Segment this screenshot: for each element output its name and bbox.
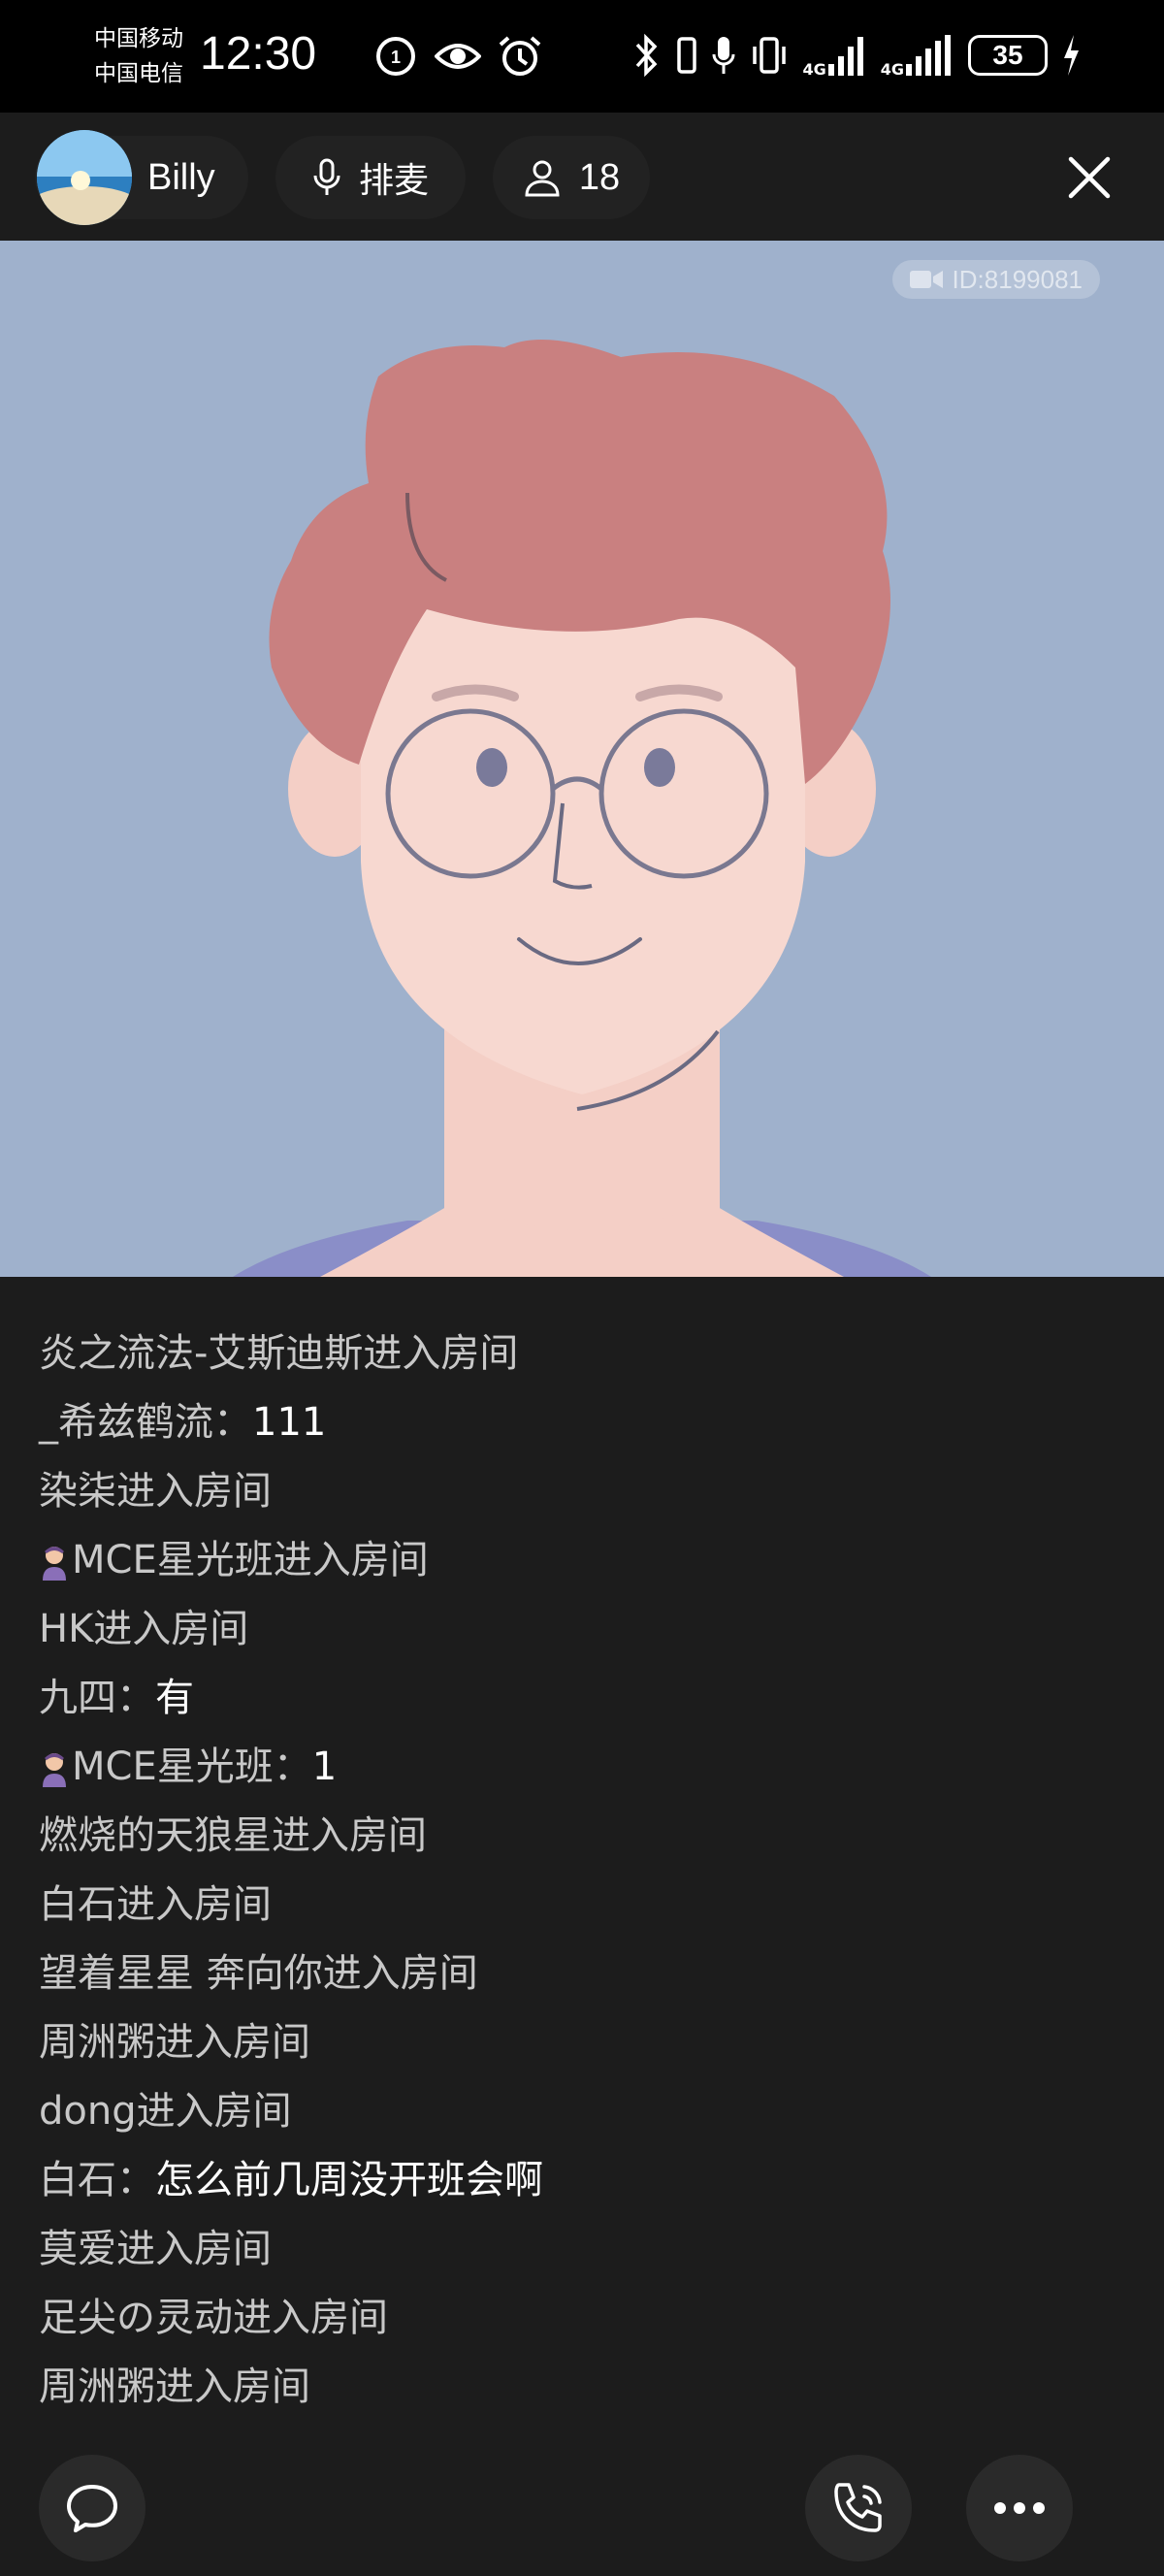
- close-icon[interactable]: [1065, 153, 1114, 202]
- chat-message: 白石进入房间: [39, 1871, 1125, 1940]
- user-badge-icon: [43, 1752, 66, 1787]
- more-button[interactable]: [966, 2455, 1073, 2561]
- chat-user: 白石进入房间: [39, 1882, 272, 1927]
- video-camera-icon: [909, 271, 943, 288]
- chat-message-list[interactable]: 炎之流法-艾斯迪斯进入房间 _希兹鹤流： 111 染柒进入房间 MCE星光班进入房…: [39, 1320, 1125, 2422]
- chat-user: MCE星光班进入房间: [72, 1538, 429, 1582]
- host-profile-button[interactable]: Billy: [35, 130, 248, 225]
- status-time: 12:30: [200, 28, 317, 80]
- host-cartoon-image: [233, 340, 931, 1277]
- chat-message: _希兹鹤流： 111: [39, 1388, 1125, 1457]
- chat-bubble-icon: [67, 2485, 117, 2532]
- microphone-icon: [712, 37, 735, 74]
- vibrate-icon: [677, 37, 697, 74]
- microphone-icon: [313, 158, 340, 195]
- chat-user: 周洲粥进入房间: [39, 2020, 310, 2065]
- chat-text: 怎么前几周没开班会啊: [155, 2158, 543, 2202]
- host-name: Billy: [147, 156, 215, 198]
- charging-icon: [1064, 35, 1079, 76]
- chat-user: 莫爱进入房间: [39, 2227, 272, 2271]
- viewer-count-button[interactable]: 18: [493, 136, 650, 219]
- signal-4g-2: 4G: [881, 33, 954, 78]
- chat-message: 足尖の灵动进入房间: [39, 2284, 1125, 2353]
- chat-user: 九四：: [39, 1676, 155, 1720]
- vibrate-mode-icon: [753, 37, 787, 74]
- chat-message: 周洲粥进入房间: [39, 2008, 1125, 2077]
- mic-queue-label: 排麦: [358, 161, 429, 201]
- chat-message: 周洲粥进入房间: [39, 2353, 1125, 2422]
- room-id-badge: ID:8199081: [891, 260, 1100, 299]
- signal-4g-icon: [906, 35, 951, 76]
- room-header: Billy 排麦 18: [0, 113, 1164, 241]
- chat-message: 九四：有: [39, 1664, 1125, 1733]
- phone-call-icon: [834, 2483, 882, 2532]
- person-icon: [525, 160, 560, 197]
- chat-user: 周洲粥进入房间: [39, 2364, 310, 2409]
- bluetooth-icon: [636, 33, 658, 78]
- chat-message: MCE星光班进入房间: [39, 1526, 1125, 1595]
- carrier-2: 中国电信: [94, 61, 183, 86]
- alarm-icon: [499, 36, 541, 76]
- chat-message: MCE星光班： 1: [39, 1733, 1125, 1802]
- chat-message: 莫爱进入房间: [39, 2215, 1125, 2284]
- chat-user: _希兹鹤流：: [39, 1400, 252, 1445]
- avatar[interactable]: [37, 130, 132, 225]
- chat-user: dong进入房间: [39, 2089, 292, 2134]
- chat-text: 111: [252, 1400, 327, 1445]
- user-badge-icon: [43, 1546, 66, 1581]
- voice-call-button[interactable]: [805, 2455, 912, 2561]
- chat-user: 染柒进入房间: [39, 1469, 272, 1514]
- battery-indicator: 35: [968, 35, 1048, 76]
- signal-4g-1: 4G: [802, 33, 866, 78]
- chat-message: HK进入房间: [39, 1595, 1125, 1664]
- signal-4g-icon: [827, 37, 863, 76]
- chat-user: 望着星星 奔向你进入房间: [39, 1951, 478, 1996]
- chat-user: 燃烧的天狼星进入房间: [39, 1813, 427, 1858]
- more-icon: [994, 2502, 1045, 2514]
- mic-queue-button[interactable]: 排麦: [275, 136, 466, 219]
- chat-message: 望着星星 奔向你进入房间: [39, 1940, 1125, 2008]
- chat-user: MCE星光班：: [72, 1745, 312, 1789]
- svg-text:1: 1: [391, 48, 401, 67]
- hd-call-icon: 1: [376, 37, 415, 76]
- chat-message: dong进入房间: [39, 2077, 1125, 2146]
- chat-user: HK进入房间: [39, 1607, 249, 1651]
- status-bar: 中国移动 中国电信 12:30 1 4G 4G 35: [0, 0, 1164, 113]
- chat-text: 1: [311, 1745, 338, 1789]
- carrier-1: 中国移动: [94, 26, 183, 51]
- eye-comfort-icon: [435, 44, 481, 69]
- chat-text: 有: [155, 1676, 194, 1720]
- chat-message: 炎之流法-艾斯迪斯进入房间: [39, 1320, 1125, 1388]
- chat-button[interactable]: [39, 2455, 146, 2561]
- chat-user: 炎之流法-艾斯迪斯进入房间: [39, 1331, 519, 1376]
- chat-message: 染柒进入房间: [39, 1457, 1125, 1526]
- live-video-area[interactable]: ID:8199081: [0, 241, 1164, 1277]
- chat-user: 足尖の灵动进入房间: [39, 2296, 388, 2340]
- room-id: ID:8199081: [952, 264, 1083, 294]
- viewer-count: 18: [578, 156, 621, 198]
- carrier-labels: 中国移动 中国电信: [94, 21, 183, 91]
- chat-message: 白石： 怎么前几周没开班会啊: [39, 2146, 1125, 2215]
- chat-message: 燃烧的天狼星进入房间: [39, 1802, 1125, 1871]
- chat-user: 白石：: [39, 2158, 155, 2202]
